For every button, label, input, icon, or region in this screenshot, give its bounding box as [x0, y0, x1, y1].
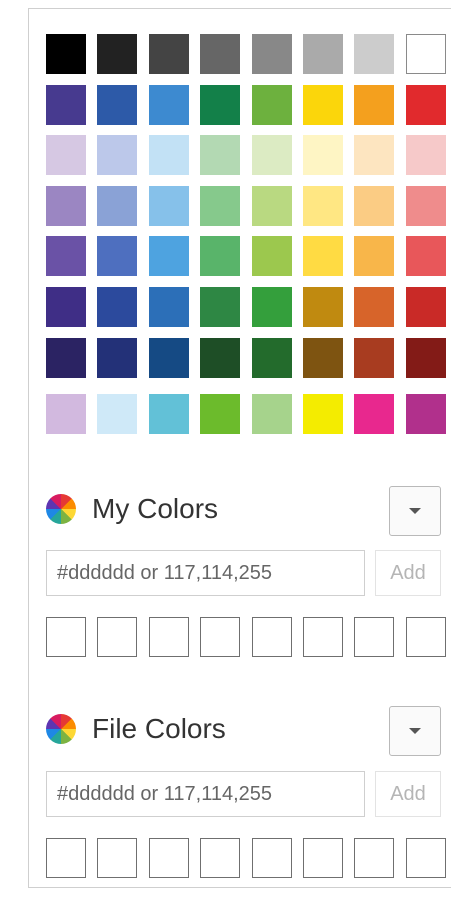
file-color-slot[interactable] [354, 838, 395, 878]
color-swatch[interactable] [251, 236, 292, 277]
color-swatch[interactable] [148, 337, 189, 378]
color-swatch[interactable] [405, 135, 446, 176]
my-color-slot[interactable] [405, 617, 446, 657]
color-swatch[interactable] [354, 286, 395, 327]
chevron-down-icon [409, 728, 421, 734]
color-swatch[interactable] [302, 236, 343, 277]
file-color-slot[interactable] [46, 838, 86, 878]
color-swatch[interactable] [354, 34, 395, 74]
color-swatch[interactable] [46, 185, 86, 226]
file-color-slot[interactable] [148, 838, 189, 878]
color-swatch[interactable] [46, 394, 86, 435]
color-swatch[interactable] [97, 84, 138, 125]
color-swatch[interactable] [354, 337, 395, 378]
file-colors-dropdown-button[interactable] [389, 706, 441, 756]
file-colors-title: File Colors [92, 713, 226, 744]
color-swatch[interactable] [148, 34, 189, 74]
color-swatch[interactable] [251, 34, 292, 74]
color-swatch[interactable] [46, 286, 86, 327]
file-colors-add-button[interactable]: Add [375, 771, 441, 817]
color-swatch[interactable] [405, 84, 446, 125]
my-color-slot[interactable] [46, 617, 86, 657]
color-swatch[interactable] [302, 337, 343, 378]
color-swatch[interactable] [200, 394, 241, 435]
color-swatch[interactable] [251, 337, 292, 378]
color-palette-grid [46, 34, 446, 435]
color-swatch[interactable] [405, 34, 446, 74]
color-swatch[interactable] [148, 135, 189, 176]
my-color-slot[interactable] [251, 617, 292, 657]
color-swatch[interactable] [97, 236, 138, 277]
my-colors-dropdown-button[interactable] [389, 486, 441, 536]
my-color-slot[interactable] [97, 617, 138, 657]
color-wheel-icon [46, 714, 76, 744]
color-swatch[interactable] [405, 394, 446, 435]
color-swatch[interactable] [251, 286, 292, 327]
color-swatch[interactable] [302, 286, 343, 327]
color-swatch[interactable] [354, 135, 395, 176]
file-color-slot[interactable] [97, 838, 138, 878]
file-colors-header: File Colors [46, 713, 226, 745]
color-swatch[interactable] [46, 236, 86, 277]
color-swatch[interactable] [200, 84, 241, 125]
color-swatch[interactable] [148, 286, 189, 327]
file-color-slot[interactable] [251, 838, 292, 878]
color-swatch[interactable] [200, 135, 241, 176]
color-swatch[interactable] [46, 337, 86, 378]
color-swatch[interactable] [97, 394, 138, 435]
color-swatch[interactable] [251, 84, 292, 125]
color-swatch[interactable] [251, 394, 292, 435]
color-swatch[interactable] [97, 337, 138, 378]
color-swatch[interactable] [97, 34, 138, 74]
color-swatch[interactable] [354, 394, 395, 435]
color-swatch[interactable] [97, 286, 138, 327]
color-swatch[interactable] [302, 185, 343, 226]
color-swatch[interactable] [46, 135, 86, 176]
chevron-down-icon [409, 508, 421, 514]
color-swatch[interactable] [302, 34, 343, 74]
color-swatch[interactable] [251, 185, 292, 226]
my-colors-slots [46, 617, 446, 657]
color-swatch[interactable] [200, 337, 241, 378]
color-swatch[interactable] [200, 185, 241, 226]
color-swatch[interactable] [354, 185, 395, 226]
my-colors-add-button[interactable]: Add [375, 550, 441, 596]
my-color-slot[interactable] [148, 617, 189, 657]
file-color-slot[interactable] [302, 838, 343, 878]
color-swatch[interactable] [251, 135, 292, 176]
my-colors-header: My Colors [46, 493, 218, 525]
file-colors-slots [46, 838, 446, 878]
my-color-slot[interactable] [354, 617, 395, 657]
color-swatch[interactable] [148, 394, 189, 435]
color-swatch[interactable] [148, 84, 189, 125]
color-swatch[interactable] [200, 286, 241, 327]
my-color-slot[interactable] [302, 617, 343, 657]
color-swatch[interactable] [405, 337, 446, 378]
color-swatch[interactable] [302, 84, 343, 125]
my-color-slot[interactable] [200, 617, 241, 657]
color-wheel-icon [46, 494, 76, 524]
color-swatch[interactable] [46, 84, 86, 125]
color-swatch[interactable] [405, 286, 446, 327]
color-swatch[interactable] [97, 185, 138, 226]
color-swatch[interactable] [148, 236, 189, 277]
color-swatch[interactable] [354, 84, 395, 125]
my-colors-input[interactable] [46, 550, 365, 596]
color-swatch[interactable] [200, 34, 241, 74]
color-swatch[interactable] [200, 236, 241, 277]
file-colors-input[interactable] [46, 771, 365, 817]
color-swatch[interactable] [46, 34, 86, 74]
color-swatch[interactable] [97, 135, 138, 176]
color-swatch[interactable] [302, 394, 343, 435]
file-color-slot[interactable] [200, 838, 241, 878]
my-colors-title: My Colors [92, 493, 219, 524]
color-swatch[interactable] [405, 185, 446, 226]
color-swatch[interactable] [405, 236, 446, 277]
file-color-slot[interactable] [405, 838, 446, 878]
color-swatch[interactable] [148, 185, 189, 226]
color-swatch[interactable] [354, 236, 395, 277]
color-swatch[interactable] [302, 135, 343, 176]
